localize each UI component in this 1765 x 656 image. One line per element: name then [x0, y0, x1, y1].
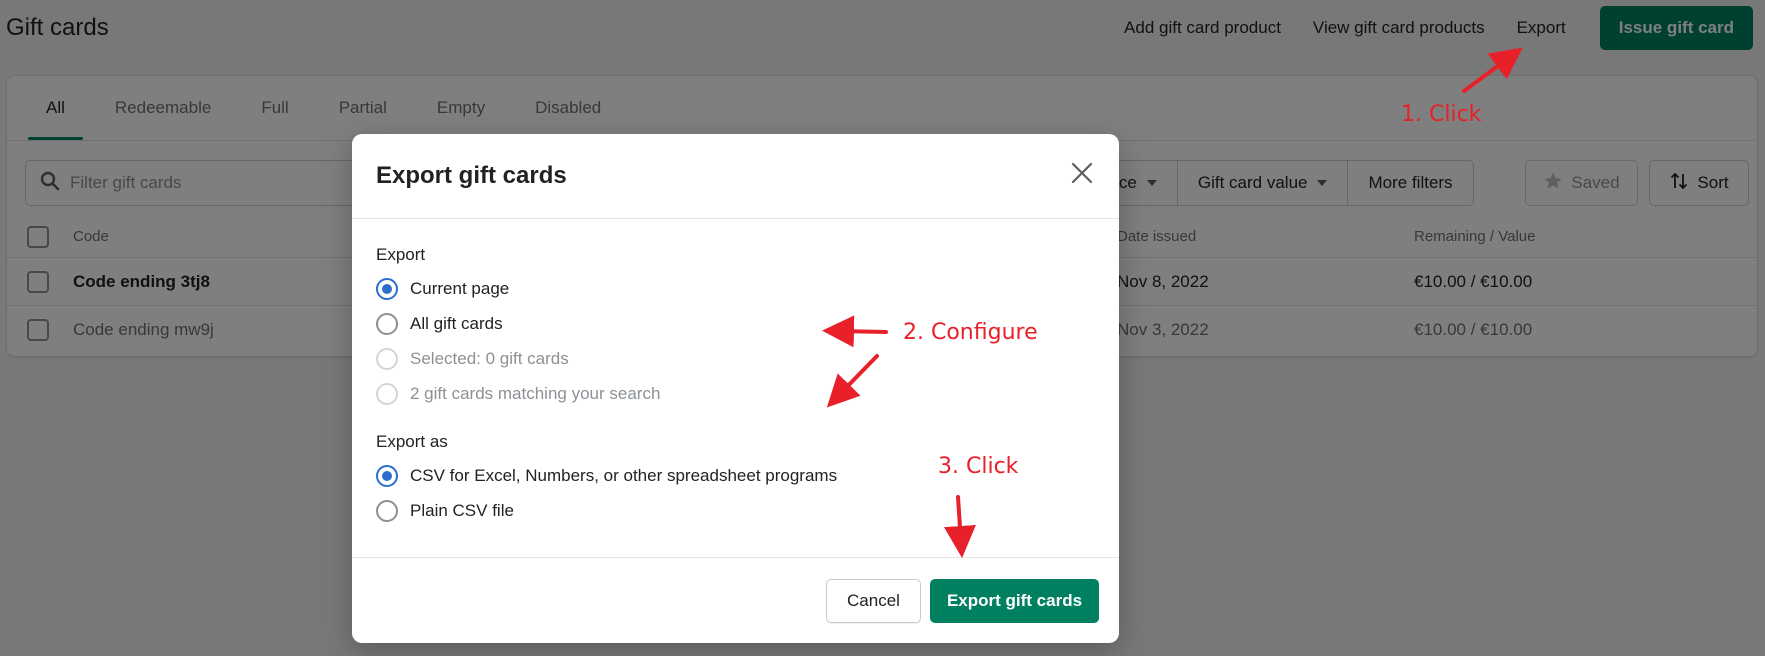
radio-label: All gift cards: [410, 314, 503, 333]
cancel-button[interactable]: Cancel: [826, 579, 921, 623]
radio-button-disabled: [376, 383, 398, 405]
export-as-section-label: Export as: [376, 432, 448, 451]
radio-csv-excel[interactable]: CSV for Excel, Numbers, or other spreads…: [376, 463, 837, 489]
export-section-label: Export: [376, 245, 426, 264]
close-button[interactable]: [1067, 160, 1097, 190]
export-gift-cards-modal: Export gift cards Export Current page Al…: [352, 134, 1119, 643]
modal-title: Export gift cards: [376, 162, 567, 189]
modal-footer: Cancel Export gift cards: [352, 557, 1119, 643]
radio-label: Current page: [410, 279, 510, 298]
radio-current-page[interactable]: Current page: [376, 276, 509, 302]
modal-header: Export gift cards: [352, 134, 1119, 219]
radio-button-checked[interactable]: [376, 278, 398, 300]
radio-label: Plain CSV file: [410, 501, 514, 520]
radio-label: Selected: 0 gift cards: [410, 349, 569, 368]
radio-label: CSV for Excel, Numbers, or other spreads…: [410, 466, 838, 485]
radio-label: 2 gift cards matching your search: [410, 384, 661, 403]
annotation-step-3: 3. Click: [938, 454, 1019, 479]
radio-plain-csv[interactable]: Plain CSV file: [376, 498, 514, 524]
close-icon: [1070, 161, 1094, 190]
radio-selected-gift-cards: Selected: 0 gift cards: [376, 346, 569, 372]
radio-button-disabled: [376, 348, 398, 370]
annotation-step-1: 1. Click: [1401, 102, 1482, 127]
radio-button-checked[interactable]: [376, 465, 398, 487]
annotation-step-2: 2. Configure: [903, 320, 1038, 345]
radio-button[interactable]: [376, 313, 398, 335]
modal-body: Export Current page All gift cards Selec…: [352, 219, 1119, 557]
radio-button[interactable]: [376, 500, 398, 522]
export-gift-cards-button[interactable]: Export gift cards: [930, 579, 1099, 623]
radio-matching-search: 2 gift cards matching your search: [376, 381, 660, 407]
radio-all-gift-cards[interactable]: All gift cards: [376, 311, 503, 337]
